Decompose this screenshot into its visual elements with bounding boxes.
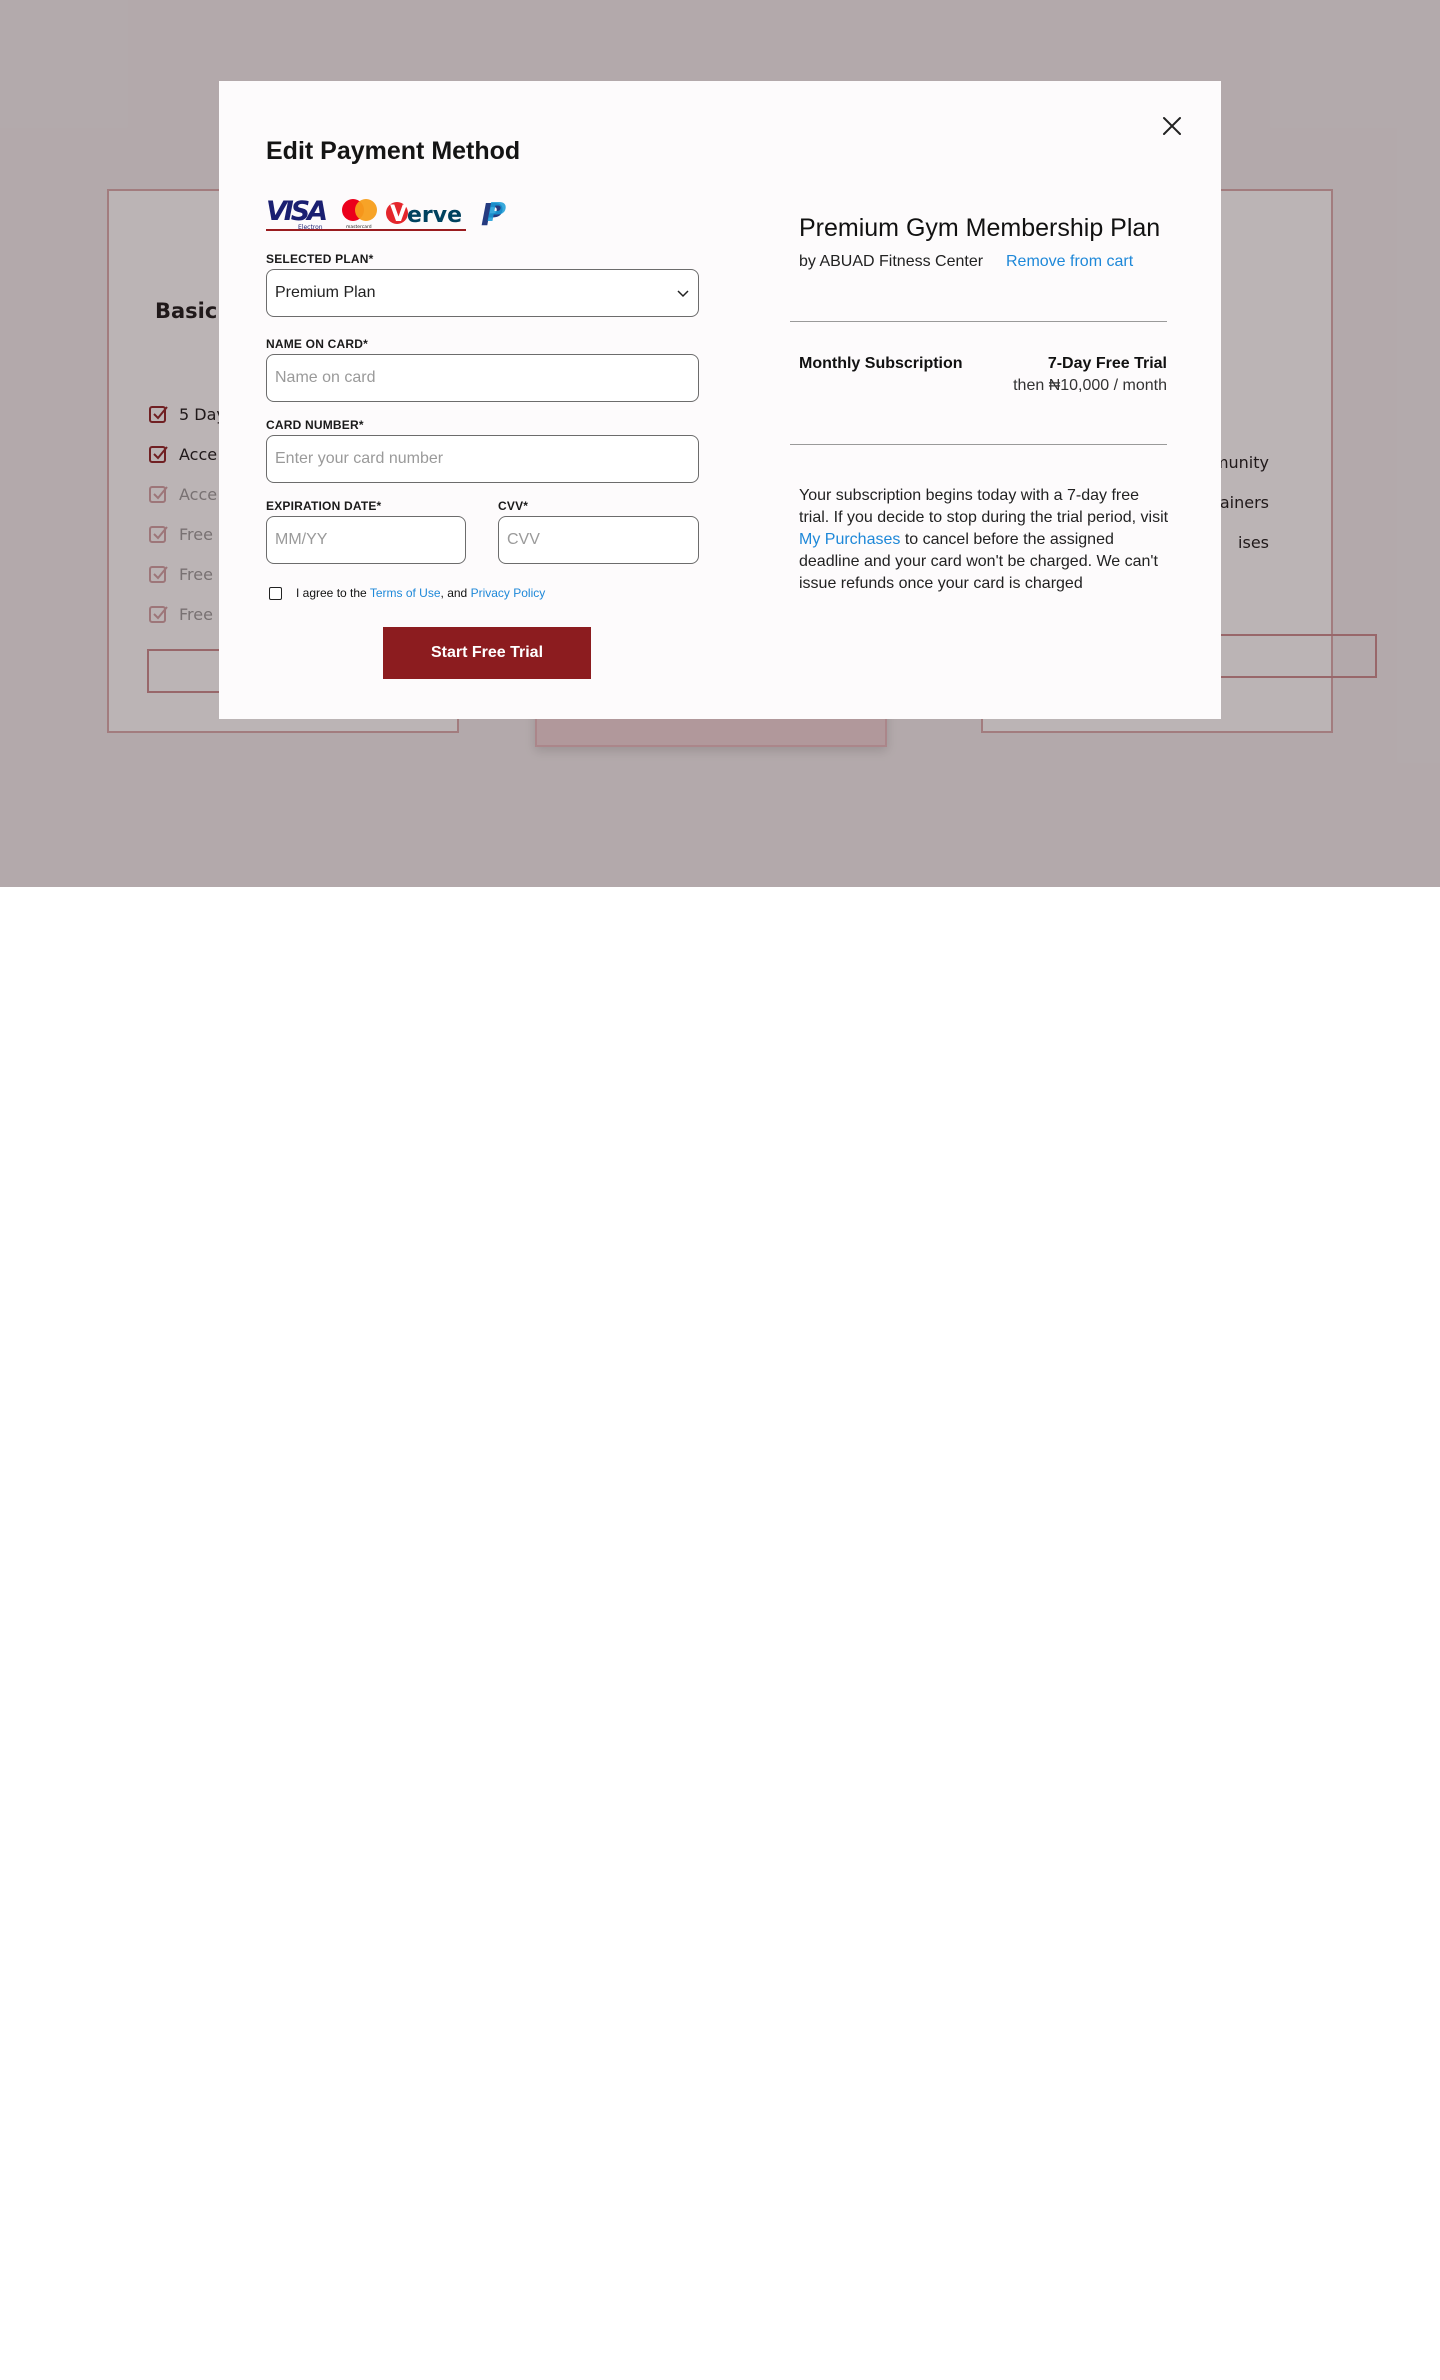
my-purchases-link[interactable]: My Purchases (799, 531, 900, 548)
svg-text:erve: erve (407, 203, 462, 228)
terms-checkbox[interactable] (269, 586, 282, 600)
terms-of-use-link[interactable]: Terms of Use (370, 586, 441, 600)
trial-label: 7-Day Free Trial (1047, 355, 1167, 372)
divider (790, 321, 1167, 322)
summary-provider: by ABUAD Fitness Center (799, 253, 984, 270)
card-number-input[interactable] (275, 450, 690, 468)
card-number-wrapper (266, 435, 699, 483)
edit-payment-modal: Edit Payment Method VISA Electron master… (219, 81, 1221, 719)
privacy-policy-link[interactable]: Privacy Policy (471, 586, 546, 600)
name-label: NAME ON CARD* (266, 337, 368, 351)
expiration-input[interactable] (275, 531, 457, 549)
cvv-input[interactable] (507, 531, 690, 549)
name-on-card-input[interactable] (275, 369, 690, 387)
expiration-wrapper (266, 516, 466, 564)
price-label: then ₦10,000 / month (1013, 377, 1167, 394)
terms-prefix: I agree to the (296, 586, 367, 600)
close-icon[interactable] (1159, 113, 1185, 139)
terms-agreement: I agree to the Terms of Use, and Privacy… (269, 586, 545, 600)
card-number-label: CARD NUMBER* (266, 418, 364, 432)
terms-mid: , and (440, 586, 468, 600)
chevron-down-icon (677, 290, 689, 298)
subscription-name: Monthly Subscription (799, 355, 963, 372)
svg-text:V: V (390, 202, 407, 227)
cvv-wrapper (498, 516, 699, 564)
plan-select-value: Premium Plan (275, 284, 376, 301)
paypal-logo: P P (481, 198, 506, 233)
name-field-wrapper (266, 354, 699, 402)
subscription-terms-text: Your subscription begins today with a 7-… (799, 485, 1169, 595)
mastercard-logo: mastercard (342, 199, 377, 230)
svg-text:VISA: VISA (266, 196, 328, 227)
terms-text: I agree to the Terms of Use, and Privacy… (296, 586, 545, 600)
divider (790, 444, 1167, 445)
summary-plan-title: Premium Gym Membership Plan (799, 214, 1161, 242)
remove-from-cart-link[interactable]: Remove from cart (1006, 253, 1133, 271)
plan-select[interactable]: Premium Plan (266, 269, 699, 317)
modal-title: Edit Payment Method (266, 137, 521, 165)
start-free-trial-button[interactable]: Start Free Trial (383, 627, 591, 679)
cvv-label: CVV* (498, 499, 529, 513)
verve-logo: V erve (386, 202, 462, 228)
expiration-label: EXPIRATION DATE* (266, 499, 382, 513)
svg-text:P: P (487, 198, 506, 228)
visa-logo: VISA Electron (266, 196, 328, 231)
card-brand-logos: VISA Electron mastercard V erve P P (266, 196, 506, 233)
terms-text-part: Your subscription begins today with a 7-… (799, 487, 1169, 526)
plan-label: SELECTED PLAN* (266, 252, 374, 266)
selected-card-underline (266, 229, 466, 231)
